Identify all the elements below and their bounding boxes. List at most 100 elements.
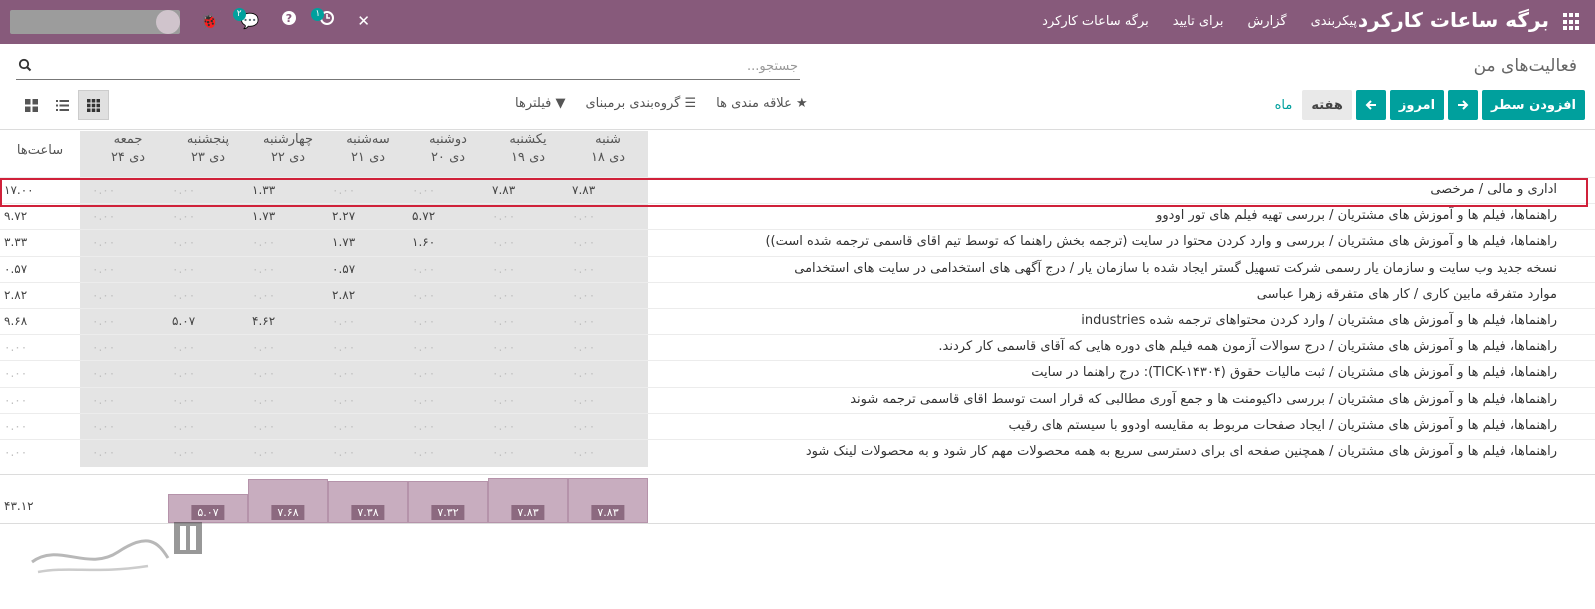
hours-cell[interactable]: ۲.۲۷	[332, 209, 355, 223]
hours-cell[interactable]: ۰.۰۰	[92, 366, 115, 380]
hours-cell[interactable]: ۰.۰۰	[572, 314, 595, 328]
search-icon[interactable]	[18, 58, 32, 72]
hours-cell[interactable]: ۰.۰۰	[332, 419, 355, 433]
hours-cell[interactable]: ۰.۰۰	[172, 445, 195, 459]
row-label[interactable]: راهنماها، فیلم ها و آموزش های مشتریان / …	[765, 234, 1557, 249]
hours-cell[interactable]: ۰.۰۰	[172, 366, 195, 380]
search-input[interactable]	[40, 54, 800, 78]
hours-cell[interactable]: ۰.۰۰	[572, 209, 595, 223]
hours-cell[interactable]: ۰.۰۰	[492, 419, 515, 433]
hours-cell[interactable]: ۰.۰۰	[172, 262, 195, 276]
hours-cell[interactable]: ۰.۰۰	[92, 340, 115, 354]
hours-cell[interactable]: ۰.۰۰	[412, 340, 435, 354]
row-label[interactable]: راهنماها، فیلم ها و آموزش های مشتریان / …	[850, 392, 1557, 407]
hours-cell[interactable]: ۰.۰۰	[252, 366, 275, 380]
hours-cell[interactable]: ۰.۰۰	[172, 340, 195, 354]
row-label[interactable]: موارد متفرقه مابین کاری / کار های متفرقه…	[1257, 287, 1557, 302]
hours-cell[interactable]: ۰.۰۰	[492, 314, 515, 328]
hours-cell[interactable]: ۰.۰۰	[332, 314, 355, 328]
row-label[interactable]: راهنماها، فیلم ها و آموزش های مشتریان / …	[806, 444, 1557, 459]
menu-item-reporting[interactable]: گزارش	[1247, 14, 1286, 29]
hours-cell[interactable]: ۰.۰۰	[412, 314, 435, 328]
hours-cell[interactable]: ۰.۰۰	[92, 288, 115, 302]
row-label[interactable]: راهنماها، فیلم ها و آموزش های مشتریان / …	[1031, 365, 1557, 380]
hours-cell[interactable]: ۰.۰۰	[572, 445, 595, 459]
row-label[interactable]: راهنماها، فیلم ها و آموزش های مشتریان / …	[938, 339, 1557, 354]
hours-cell[interactable]: ۰.۰۰	[572, 340, 595, 354]
activity-clock-icon[interactable]: ۱	[311, 8, 335, 32]
hours-cell[interactable]: ۱.۷۳	[252, 209, 275, 223]
menu-item-timesheets[interactable]: برگه ساعات کارکرد	[1042, 14, 1149, 29]
hours-cell[interactable]: ۰.۰۰	[492, 366, 515, 380]
previous-button[interactable]	[1355, 90, 1386, 120]
hours-cell[interactable]: ۰.۰۰	[412, 445, 435, 459]
menu-item-to-validate[interactable]: برای تایید	[1173, 14, 1224, 29]
hours-cell[interactable]: ۰.۰۰	[172, 209, 195, 223]
hours-cell[interactable]: ۴.۶۲	[252, 314, 275, 328]
next-button[interactable]	[1448, 90, 1479, 120]
hours-cell[interactable]: ۰.۰۰	[92, 262, 115, 276]
hours-cell[interactable]: ۰.۰۰	[492, 445, 515, 459]
row-label[interactable]: راهنماها، فیلم ها و آموزش های مشتریان / …	[1156, 208, 1557, 223]
bug-icon[interactable]: 🐞	[200, 10, 219, 32]
hours-cell[interactable]: ۰.۰۰	[412, 419, 435, 433]
hours-cell[interactable]: ۰.۰۰	[252, 340, 275, 354]
hours-cell[interactable]: ۰.۰۰	[172, 419, 195, 433]
hours-cell[interactable]: ۰.۰۰	[412, 288, 435, 302]
hours-cell[interactable]: ۰.۰۰	[572, 366, 595, 380]
filters-dropdown[interactable]: ▼ فیلترها	[515, 96, 566, 111]
row-label[interactable]: راهنماها، فیلم ها و آموزش های مشتریان / …	[1081, 313, 1557, 328]
hours-cell[interactable]: ۰.۰۰	[492, 209, 515, 223]
hours-cell[interactable]: ۰.۰۰	[492, 340, 515, 354]
hours-cell[interactable]: ۰.۰۰	[412, 366, 435, 380]
hours-cell[interactable]: ۰.۰۰	[412, 393, 435, 407]
group-by-dropdown[interactable]: ☰ گروه‌بندی برمبنای	[586, 96, 697, 111]
hours-cell[interactable]: ۰.۰۰	[252, 235, 275, 249]
hours-cell[interactable]: ۰.۰۰	[92, 209, 115, 223]
grid-view-button[interactable]	[78, 90, 109, 120]
hours-cell[interactable]: ۰.۰۰	[252, 445, 275, 459]
help-icon[interactable]: ?	[281, 10, 297, 32]
hours-cell[interactable]: ۰.۰۰	[252, 419, 275, 433]
apps-menu-icon[interactable]	[1563, 13, 1581, 31]
list-view-button[interactable]	[47, 90, 78, 120]
hours-cell[interactable]: ۰.۰۰	[172, 235, 195, 249]
hours-cell[interactable]: ۱.۷۳	[332, 235, 355, 249]
messages-icon[interactable]: 💬 ۲	[232, 8, 259, 32]
hours-cell[interactable]: ۰.۰۰	[572, 288, 595, 302]
hours-cell[interactable]: ۱.۶۰	[412, 235, 435, 249]
hours-cell[interactable]: ۰.۰۰	[492, 288, 515, 302]
hours-cell[interactable]: ۵.۷۲	[412, 209, 435, 223]
hours-cell[interactable]: ۰.۵۷	[332, 262, 355, 276]
hours-cell[interactable]: ۰.۰۰	[572, 419, 595, 433]
hours-cell[interactable]: ۰.۰۰	[332, 393, 355, 407]
hours-cell[interactable]: ۰.۰۰	[332, 340, 355, 354]
hours-cell[interactable]: ۰.۰۰	[92, 314, 115, 328]
hours-cell[interactable]: ۰.۰۰	[92, 445, 115, 459]
app-title[interactable]: برگه ساعات کارکرد	[1358, 8, 1549, 32]
hours-cell[interactable]: ۰.۰۰	[412, 262, 435, 276]
hours-cell[interactable]: ۰.۰۰	[92, 393, 115, 407]
hours-cell[interactable]: ۰.۰۰	[172, 288, 195, 302]
hours-cell[interactable]: ۰.۰۰	[492, 393, 515, 407]
hours-cell[interactable]: ۰.۰۰	[252, 288, 275, 302]
user-menu[interactable]	[10, 10, 180, 34]
hours-cell[interactable]: ۰.۰۰	[572, 235, 595, 249]
add-line-button[interactable]: افزودن سطر	[1482, 90, 1585, 120]
hours-cell[interactable]: ۰.۰۰	[172, 393, 195, 407]
hours-cell[interactable]: ۰.۰۰	[332, 445, 355, 459]
hours-cell[interactable]: ۲.۸۲	[332, 288, 355, 302]
hours-cell[interactable]: ۰.۰۰	[92, 235, 115, 249]
hours-cell[interactable]: ۰.۰۰	[332, 366, 355, 380]
hours-cell[interactable]: ۰.۰۰	[572, 393, 595, 407]
tools-icon[interactable]: ✕	[357, 10, 370, 32]
hours-cell[interactable]: ۵.۰۷	[172, 314, 195, 328]
hours-cell[interactable]: ۰.۰۰	[492, 235, 515, 249]
row-label[interactable]: نسخه جدید وب سایت و سازمان یار رسمی شرکت…	[794, 261, 1557, 276]
hours-cell[interactable]: ۰.۰۰	[572, 262, 595, 276]
week-button[interactable]: هفته	[1302, 90, 1352, 120]
month-button[interactable]: ماه	[1269, 90, 1299, 120]
today-button[interactable]: امروز	[1389, 90, 1445, 120]
hours-cell[interactable]: ۰.۰۰	[492, 262, 515, 276]
row-label[interactable]: راهنماها، فیلم ها و آموزش های مشتریان / …	[1008, 418, 1557, 433]
